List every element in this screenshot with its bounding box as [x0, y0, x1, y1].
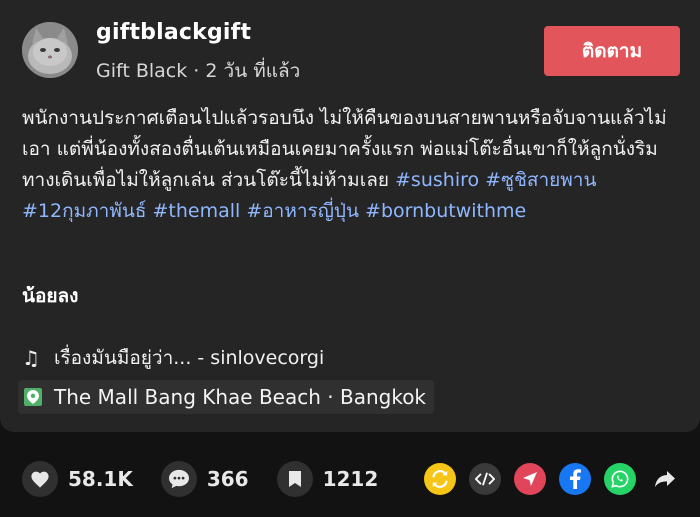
username[interactable]: giftblackgift: [96, 20, 251, 45]
whatsapp-icon[interactable]: [604, 463, 636, 495]
share-buttons: [424, 462, 681, 496]
caption: พนักงานประกาศเตือนไปแล้วรอบนึง ไม่ให้คืน…: [22, 103, 684, 227]
heart-icon: [22, 461, 58, 497]
time-ago: 2 วัน ที่แล้ว: [205, 60, 301, 82]
location-pin-icon: [24, 388, 42, 406]
save-count: 1212: [322, 467, 379, 491]
engagement-stats: 58.1K 366 1212: [22, 459, 406, 499]
location-text: The Mall Bang Khae Beach · Bangkok: [54, 385, 427, 409]
follow-button[interactable]: ติดตาม: [544, 26, 680, 76]
embed-icon[interactable]: [469, 463, 501, 495]
music-note-icon: ♫: [22, 346, 40, 370]
hashtag[interactable]: #sushiro: [395, 169, 479, 191]
like-count: 58.1K: [68, 467, 133, 491]
comment-icon: [160, 461, 197, 497]
post-card: giftblackgift Gift Black · 2 วัน ที่แล้ว…: [0, 0, 700, 432]
bookmark-icon: [276, 461, 313, 497]
like-button[interactable]: 58.1K: [22, 461, 133, 497]
share-arrow-icon[interactable]: [649, 463, 681, 495]
send-icon[interactable]: [514, 463, 546, 495]
hashtag[interactable]: #12กุมภาพันธ์: [22, 200, 146, 222]
cat-avatar-image: [22, 22, 78, 78]
facebook-icon[interactable]: [559, 463, 591, 495]
hashtag[interactable]: #อาหารญี่ปุ่น: [246, 200, 359, 222]
repost-icon[interactable]: [424, 463, 456, 495]
hashtag[interactable]: #ซูชิสายพาน: [485, 169, 596, 191]
music-title: เรื่องมันมือยู่ว่า... - sinlovecorgi: [53, 347, 325, 369]
music-info[interactable]: ♫ เรื่องมันมือยู่ว่า... - sinlovecorgi: [22, 343, 324, 373]
hashtag[interactable]: #themall: [152, 200, 240, 222]
hashtag[interactable]: #bornbutwithme: [365, 200, 526, 222]
see-less-link[interactable]: น้อยลง: [22, 281, 78, 311]
save-button[interactable]: 1212: [276, 461, 379, 497]
comment-button[interactable]: 366: [160, 461, 249, 497]
location-tag[interactable]: The Mall Bang Khae Beach · Bangkok: [18, 380, 435, 414]
comment-count: 366: [206, 467, 249, 491]
meta-separator: ·: [187, 60, 206, 82]
avatar[interactable]: [22, 22, 78, 78]
display-name[interactable]: Gift Black: [96, 60, 187, 82]
post-meta: Gift Black · 2 วัน ที่แล้ว: [96, 56, 300, 86]
